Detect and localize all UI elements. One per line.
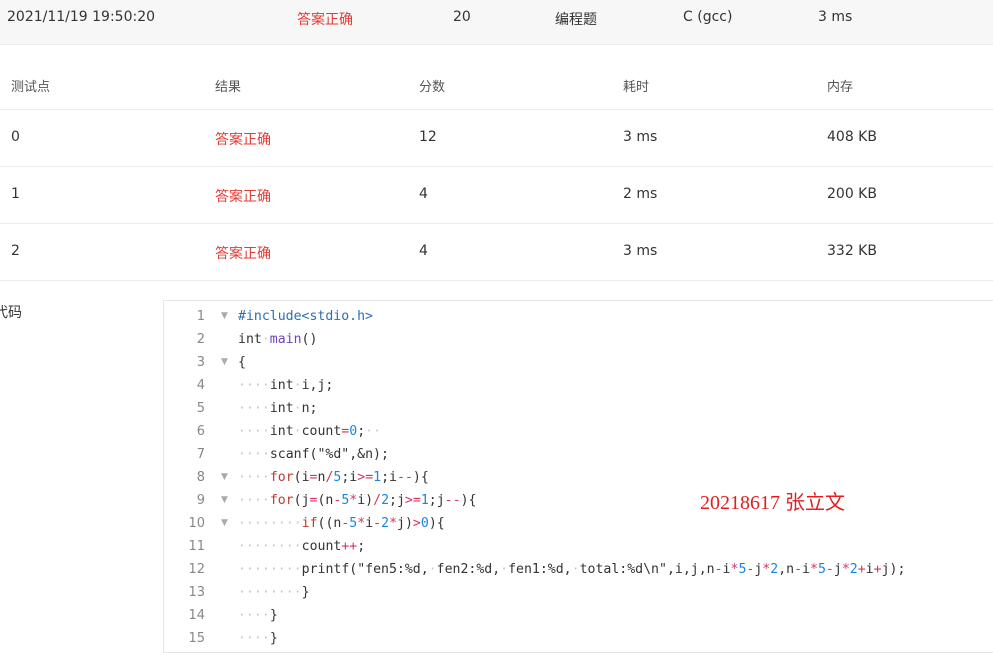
fold-arrow-icon[interactable]: ▼ [221,305,228,328]
line-number: 4 [196,378,205,393]
cell-result: 答案正确 [215,246,271,262]
code-text: ····} [238,608,278,623]
code-line[interactable]: 7 ····scanf("%d",&n); [164,443,993,466]
code-text: ····} [238,631,278,646]
table-header-row: 测试点 结果 分数 耗时 内存 [0,45,993,110]
fold-arrow-icon[interactable]: ▼ [221,351,228,374]
code-text: int·main() [238,332,318,347]
line-number: 3 [196,355,205,370]
header-score: 分数 [419,80,446,95]
header-memory: 内存 [827,80,854,95]
code-line[interactable]: 10 ▼ ········if((n-5*i-2*j)>0){ [164,512,993,535]
code-line[interactable]: 4 ····int·i,j; [164,374,993,397]
code-line[interactable]: 1 ▼ #include<stdio.h> [164,305,993,328]
code-text: ····int·n; [238,401,318,416]
code-line[interactable]: 9 ▼ ····for(j=(n-5*i)/2;j>=1;j--){ [164,489,993,512]
table-row: 2 答案正确 4 3 ms 332 KB [0,224,993,281]
code-text: ····for(i=n/5;i>=1;i--){ [238,470,429,485]
line-number: 5 [196,401,205,416]
cell-test-case: 1 [11,186,20,202]
code-text: #include<stdio.h> [238,309,373,324]
cell-test-case: 0 [11,129,20,145]
code-text: ····for(j=(n-5*i)/2;j>=1;j--){ [238,493,477,508]
code-section-label: 代码 [0,305,22,321]
cell-result: 答案正确 [215,189,271,205]
code-text: ····int·i,j; [238,378,334,393]
cell-score: 4 [419,186,428,202]
code-text: ····scanf("%d",&n); [238,447,389,462]
code-text: ········printf("fen5:%d,·fen2:%d,·fen1:%… [238,562,906,577]
header-test-case: 测试点 [11,80,51,95]
line-number: 10 [188,516,205,531]
line-number: 7 [196,447,205,462]
code-line[interactable]: 2 int·main() [164,328,993,351]
submission-timestamp: 2021/11/19 19:50:20 [7,9,156,25]
code-line[interactable]: 14 ····} [164,604,993,627]
table-row: 0 答案正确 12 3 ms 408 KB [0,110,993,167]
line-number: 14 [188,608,205,623]
line-number: 12 [188,562,205,577]
code-line[interactable]: 13 ········} [164,581,993,604]
submission-summary-bar: 2021/11/19 19:50:20 答案正确 20 编程题 C (gcc) … [0,0,993,45]
cell-score: 4 [419,243,428,259]
student-annotation: 20218617 张立文 [700,492,845,514]
cell-memory: 200 KB [827,186,877,202]
line-number: 8 [196,470,205,485]
fold-arrow-icon[interactable]: ▼ [221,489,228,512]
line-number: 15 [188,631,205,646]
header-result: 结果 [215,80,242,95]
cell-test-case: 2 [11,243,20,259]
submission-score: 20 [453,9,471,25]
line-number: 1 [196,309,205,324]
line-number: 11 [188,539,205,554]
cell-time: 2 ms [623,186,658,202]
header-time: 耗时 [623,80,650,95]
code-line[interactable]: 15 ····} [164,627,993,650]
cell-time: 3 ms [623,243,658,259]
cell-memory: 332 KB [827,243,877,259]
code-line[interactable]: 5 ····int·n; [164,397,993,420]
code-text: { [238,355,246,370]
table-row: 1 答案正确 4 2 ms 200 KB [0,167,993,224]
test-results-table: 测试点 结果 分数 耗时 内存 0 答案正确 12 3 ms 408 KB 1 … [0,45,993,281]
fold-arrow-icon[interactable]: ▼ [221,466,228,489]
submission-time: 3 ms [818,9,853,25]
line-number: 13 [188,585,205,600]
line-number: 9 [196,493,205,508]
code-editor[interactable]: 1 ▼ #include<stdio.h> 2 int·main() 3 ▼ {4 ····in… [163,300,993,653]
line-number: 2 [196,332,205,347]
code-text: ········if((n-5*i-2*j)>0){ [238,516,445,531]
code-text: ········count++; [238,539,366,554]
line-number: 6 [196,424,205,439]
compiler: C (gcc) [683,9,733,25]
code-line[interactable]: 8 ▼ ····for(i=n/5;i>=1;i--){ [164,466,993,489]
submission-status: 答案正确 [297,12,353,28]
code-line[interactable]: 6 ····int·count=0;·· [164,420,993,443]
cell-time: 3 ms [623,129,658,145]
code-line[interactable]: 3 ▼ { [164,351,993,374]
code-line[interactable]: 12 ········printf("fen5:%d,·fen2:%d,·fen1… [164,558,993,581]
problem-type: 编程题 [555,12,597,28]
code-text: ····int·count=0;·· [238,424,382,439]
code-text: ········} [238,585,310,600]
fold-arrow-icon[interactable]: ▼ [221,512,228,535]
code-line[interactable]: 11 ········count++; [164,535,993,558]
cell-score: 12 [419,129,437,145]
cell-memory: 408 KB [827,129,877,145]
cell-result: 答案正确 [215,132,271,148]
